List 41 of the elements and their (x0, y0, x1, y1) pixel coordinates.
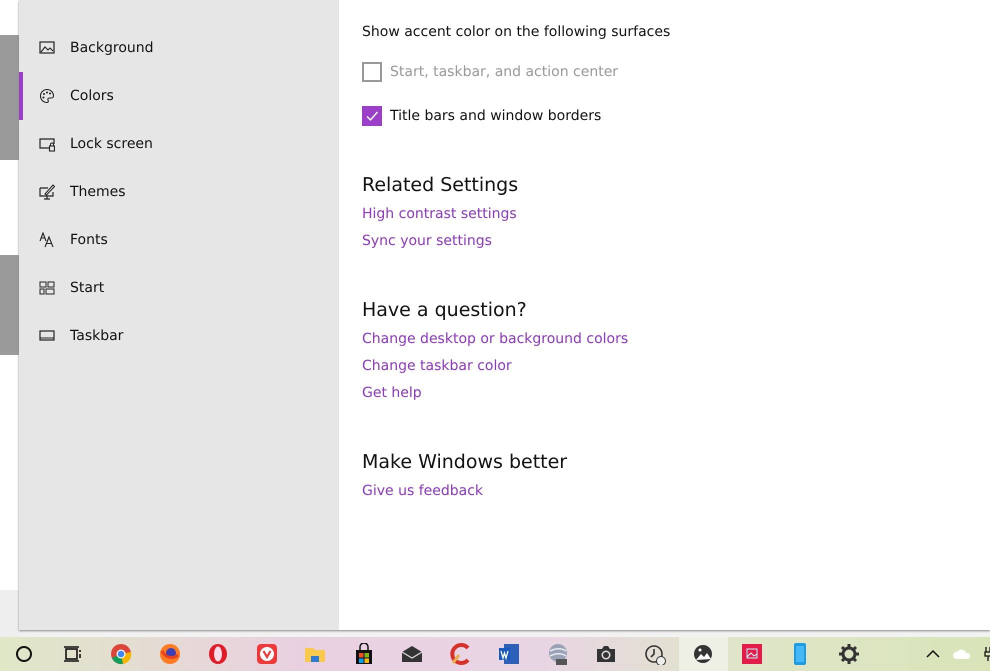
camera-icon[interactable] (595, 643, 618, 665)
browser-ball-icon[interactable] (110, 643, 132, 665)
section-title: Related Settings (362, 174, 520, 196)
globe-icon[interactable] (546, 643, 569, 665)
checkbox-label: Title bars and window borders (390, 108, 602, 124)
picture-tile-icon[interactable] (740, 643, 763, 665)
fox-globe-icon[interactable] (158, 643, 181, 665)
sidebar-item[interactable]: Lock screen (19, 120, 339, 168)
sidebar-item[interactable]: Themes (19, 168, 339, 216)
document-w-icon[interactable] (498, 643, 520, 665)
sidebar-item[interactable]: Background (19, 24, 339, 72)
section-title: Have a question? (362, 299, 528, 321)
section-heading: Show accent color on the following surfaces (362, 24, 672, 40)
settings-icon[interactable] (838, 643, 860, 665)
link[interactable]: Sync your settings (362, 233, 492, 249)
palette-icon (39, 88, 55, 104)
link[interactable]: Change desktop or background colors (362, 331, 628, 347)
c-brush-icon[interactable] (450, 643, 472, 665)
picture-icon (39, 40, 55, 56)
letter-o-icon[interactable] (207, 643, 230, 665)
checkbox-label: Start, taskbar, and action center (390, 64, 618, 80)
sidebar-item[interactable]: Taskbar (19, 312, 339, 360)
section-title: Make Windows better (362, 451, 568, 473)
alarm-clock-icon[interactable] (644, 643, 666, 665)
link[interactable]: Give us feedback (362, 483, 484, 499)
mountain-badge-icon[interactable] (692, 643, 714, 665)
fonts-icon (39, 232, 55, 248)
sidebar-item[interactable]: Fonts (19, 216, 339, 264)
tiles-icon (39, 280, 55, 296)
link[interactable]: High contrast settings (362, 206, 517, 222)
checkbox[interactable] (362, 106, 382, 126)
chevron-up-icon[interactable] (926, 649, 940, 659)
brush-monitor-icon (39, 184, 55, 200)
v-badge-icon[interactable] (256, 643, 278, 665)
link[interactable]: Change taskbar color (362, 358, 512, 374)
sidebar-item[interactable]: Start (19, 264, 339, 312)
link[interactable]: Get help (362, 385, 422, 401)
lock-screen-icon (39, 136, 55, 152)
envelope-icon[interactable] (401, 643, 424, 665)
plug-icon[interactable] (984, 646, 990, 662)
task-view-icon[interactable] (62, 643, 84, 665)
